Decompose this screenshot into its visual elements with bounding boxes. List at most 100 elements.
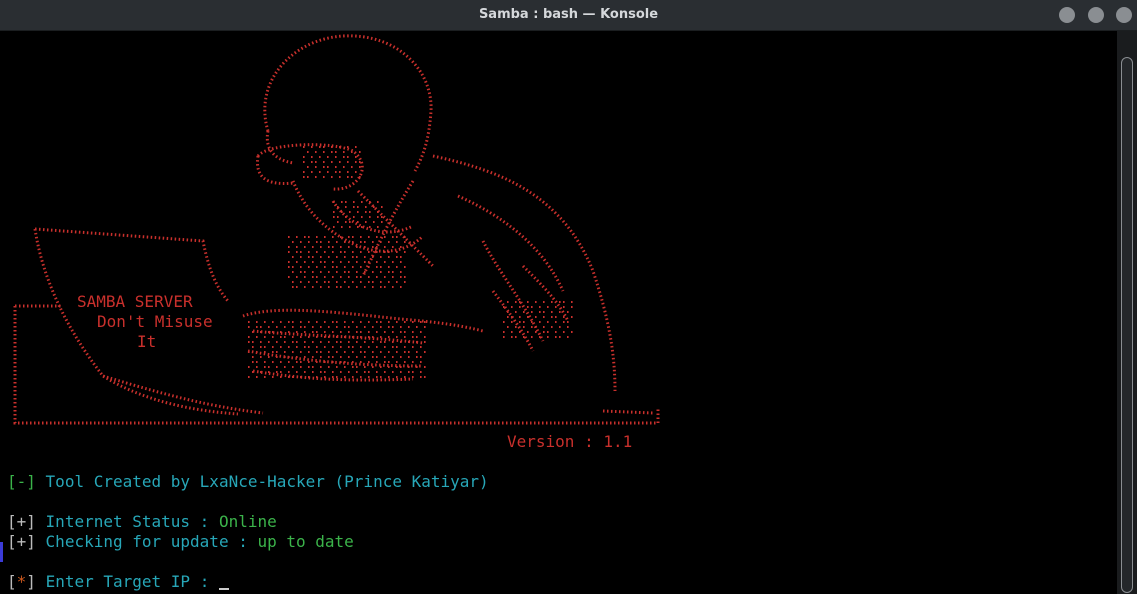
close-icon[interactable]	[1116, 7, 1132, 23]
scrollbar-thumb[interactable]	[1121, 57, 1133, 593]
ascii-art-dot	[300, 351, 302, 353]
ascii-art-dot	[352, 376, 354, 378]
ascii-art-dot	[288, 356, 290, 358]
ascii-art-dot	[348, 326, 350, 328]
ascii-art-dot	[307, 151, 309, 153]
ascii-art-dot	[248, 326, 250, 328]
ascii-art-dot	[372, 271, 374, 273]
ascii-art-dot	[416, 326, 418, 328]
ascii-art-dot	[515, 311, 517, 313]
ascii-art-stroke	[34, 227, 230, 302]
ascii-art-dot	[288, 236, 290, 238]
ascii-art-dot	[355, 156, 357, 158]
ascii-art-dot	[248, 351, 250, 353]
ascii-art-dot	[252, 361, 254, 363]
ascii-art-dot	[292, 336, 294, 338]
ascii-art-dot	[396, 346, 398, 348]
ascii-art-dot	[288, 371, 290, 373]
ascii-art-dot	[388, 376, 390, 378]
ascii-art-dot	[284, 356, 286, 358]
ascii-art-dot	[296, 246, 298, 248]
ascii-art-dot	[511, 336, 513, 338]
ascii-art-dot	[331, 161, 333, 163]
ascii-art-dot	[332, 321, 334, 323]
ascii-art-dot	[400, 356, 402, 358]
ascii-art-dot	[347, 171, 349, 173]
ascii-art-dot	[308, 346, 310, 348]
ascii-art-dot	[319, 156, 321, 158]
ascii-art-dot	[324, 371, 326, 373]
ascii-art-dot	[316, 321, 318, 323]
update-value: up to date	[257, 532, 354, 551]
text-cursor[interactable]	[218, 572, 229, 590]
ascii-art-dot	[304, 246, 306, 248]
ascii-art-dot	[364, 351, 366, 353]
ascii-art-dot	[416, 366, 418, 368]
ascii-art-dot	[248, 336, 250, 338]
ascii-art-dot	[288, 246, 290, 248]
ascii-art-dot	[304, 236, 306, 238]
ascii-art-dot	[312, 286, 314, 288]
terminal-edge-marker	[0, 542, 3, 562]
target-ip-prompt[interactable]: [*] Enter Target IP :	[7, 572, 229, 592]
ascii-art-dot	[416, 336, 418, 338]
ascii-art-dot	[336, 366, 338, 368]
ascii-art-stroke	[102, 374, 264, 415]
ascii-art-dot	[316, 236, 318, 238]
ascii-art-dot	[296, 286, 298, 288]
ascii-art-dot	[404, 376, 406, 378]
minimize-icon[interactable]	[1059, 7, 1075, 23]
ascii-art-dot	[551, 301, 553, 303]
ascii-art-dot	[503, 336, 505, 338]
ascii-art-dot	[280, 331, 282, 333]
ascii-art-dot	[292, 366, 294, 368]
ascii-art-dot	[337, 216, 339, 218]
ascii-art-dot	[392, 356, 394, 358]
ascii-art-dot	[345, 201, 347, 203]
ascii-art-dot	[333, 211, 335, 213]
ascii-art-dot	[381, 206, 383, 208]
ascii-art-dot	[404, 281, 406, 283]
ascii-art-dot	[300, 336, 302, 338]
ascii-art-dot	[388, 266, 390, 268]
ascii-art-dot	[300, 366, 302, 368]
ascii-art-dot	[311, 161, 313, 163]
ascii-art-dot	[256, 351, 258, 353]
terminal-output[interactable]: SAMBA SERVER Don't Misuse It Version : 1…	[3, 31, 1115, 594]
ascii-art-dot	[343, 166, 345, 168]
ascii-art-dot	[316, 376, 318, 378]
ascii-art-dot	[353, 216, 355, 218]
ascii-art-dot	[519, 331, 521, 333]
ascii-art-dot	[360, 346, 362, 348]
ascii-art-dot	[324, 361, 326, 363]
ascii-art-dot	[276, 351, 278, 353]
ascii-art-dot	[559, 311, 561, 313]
ascii-art-dot	[308, 251, 310, 253]
maximize-icon[interactable]	[1088, 7, 1104, 23]
ascii-art-dot	[368, 276, 370, 278]
ascii-art-dot	[349, 211, 351, 213]
ascii-art-dot	[507, 326, 509, 328]
ascii-art-dot	[335, 171, 337, 173]
ascii-art-dot	[392, 346, 394, 348]
ascii-art-dot	[372, 281, 374, 283]
ascii-art-dot	[272, 351, 274, 353]
ascii-art-dot	[264, 346, 266, 348]
ascii-art-dot	[248, 341, 250, 343]
ascii-art-dot	[300, 251, 302, 253]
ascii-art-dot	[320, 341, 322, 343]
internet-prefix: [+]	[7, 512, 36, 531]
ascii-art-dot	[351, 151, 353, 153]
ascii-art-dot	[256, 366, 258, 368]
ascii-art-dot	[332, 346, 334, 348]
ascii-art-dot	[392, 236, 394, 238]
ascii-art-dot	[308, 256, 310, 258]
ascii-art-dot	[280, 376, 282, 378]
ascii-art-dot	[404, 241, 406, 243]
vertical-scrollbar[interactable]	[1117, 31, 1137, 594]
ascii-art-dot	[535, 316, 537, 318]
ascii-art-dot	[316, 331, 318, 333]
ascii-art-dot	[392, 246, 394, 248]
ascii-art-dot	[276, 326, 278, 328]
ascii-art-dot	[380, 376, 382, 378]
